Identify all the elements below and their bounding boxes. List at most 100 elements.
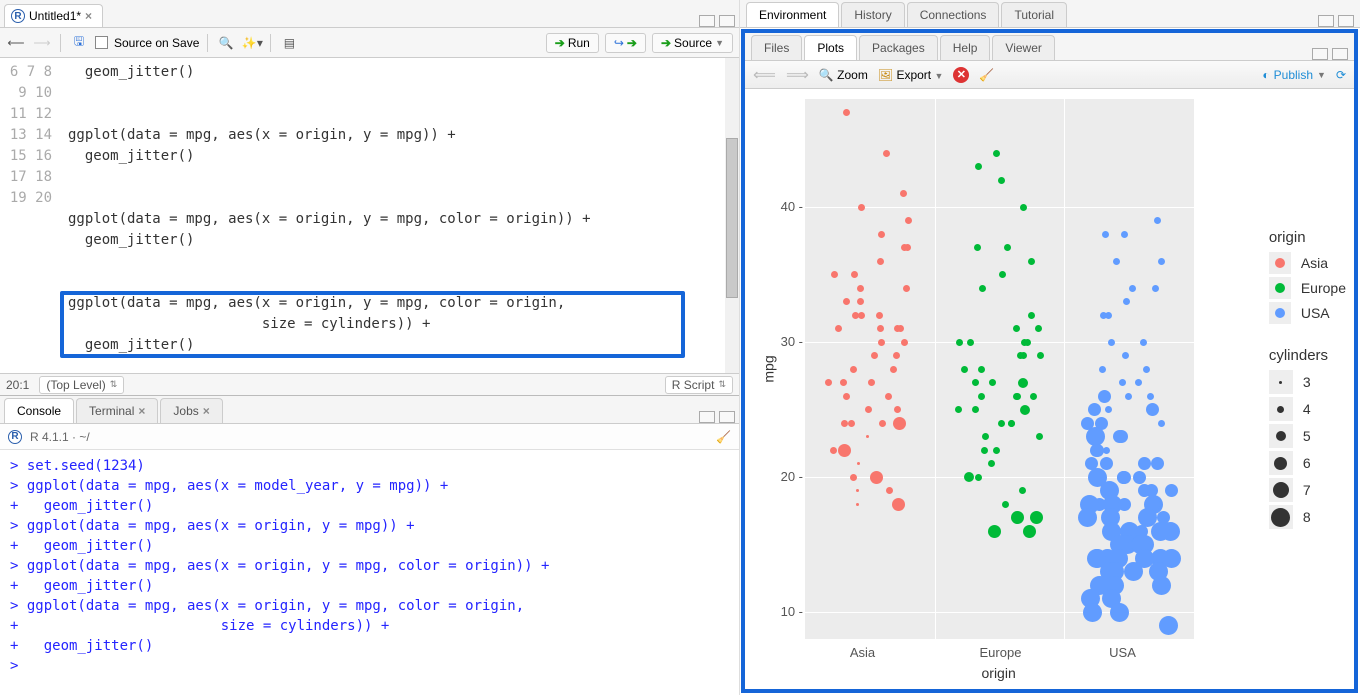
- tab-history[interactable]: History: [841, 2, 904, 27]
- wand-icon[interactable]: ✨▾: [242, 33, 262, 53]
- data-point: [1165, 484, 1178, 497]
- data-point: [1035, 325, 1042, 332]
- x-axis-label: origin: [982, 665, 1016, 681]
- legend-item: 4: [1269, 397, 1346, 421]
- data-point: [857, 285, 864, 292]
- data-point: [831, 271, 838, 278]
- tab-jobs[interactable]: Jobs×: [160, 398, 222, 423]
- tab-help[interactable]: Help: [940, 35, 991, 60]
- data-point: [1113, 258, 1120, 265]
- close-icon[interactable]: ×: [138, 404, 145, 418]
- file-tab[interactable]: R Untitled1* ×: [4, 4, 103, 27]
- find-icon[interactable]: 🔍: [216, 33, 236, 53]
- data-point: [972, 379, 979, 386]
- console-version: R 4.1.1 · ~/: [30, 430, 90, 444]
- maximize-pane-icon[interactable]: [1332, 48, 1348, 60]
- export-icon: 🖼: [878, 68, 893, 82]
- data-point: [1105, 312, 1112, 319]
- data-point: [1118, 471, 1131, 484]
- language-selector[interactable]: R Script ⇅: [665, 376, 733, 394]
- data-point: [1129, 285, 1136, 292]
- zoom-button[interactable]: 🔍 Zoom: [819, 68, 868, 82]
- clear-console-icon[interactable]: 🧹: [716, 430, 731, 444]
- source-button[interactable]: ➔ Source ▼: [652, 33, 733, 53]
- data-point: [964, 472, 974, 482]
- data-point: [1105, 406, 1112, 413]
- minimize-pane-icon[interactable]: [699, 15, 715, 27]
- plot-next-icon[interactable]: ⟹: [786, 65, 809, 85]
- data-point: [843, 393, 850, 400]
- legend-item: 8: [1269, 505, 1346, 529]
- data-point: [988, 460, 995, 467]
- plot-prev-icon[interactable]: ⟸: [753, 65, 776, 85]
- remove-plot-icon[interactable]: ✕: [953, 67, 969, 83]
- legend-item: 6: [1269, 451, 1346, 475]
- data-point: [894, 406, 901, 413]
- scope-selector[interactable]: (Top Level) ⇅: [39, 376, 124, 394]
- data-point: [1123, 298, 1130, 305]
- tab-environment[interactable]: Environment: [746, 2, 839, 27]
- refresh-icon[interactable]: ⟳: [1336, 68, 1346, 82]
- data-point: [1030, 393, 1037, 400]
- minimize-pane-icon[interactable]: [1312, 48, 1328, 60]
- tab-plots[interactable]: Plots: [804, 35, 857, 60]
- data-point: [1023, 525, 1036, 538]
- export-button[interactable]: 🖼 Export ▼: [878, 68, 944, 82]
- data-point: [838, 444, 851, 457]
- data-point: [955, 406, 962, 413]
- save-icon[interactable]: 🖫: [69, 33, 89, 53]
- close-icon[interactable]: ×: [85, 9, 92, 23]
- tab-console[interactable]: Console: [4, 398, 74, 423]
- data-point: [1110, 603, 1129, 622]
- minimize-pane-icon[interactable]: [1318, 15, 1334, 27]
- run-button[interactable]: ➔ Run: [546, 33, 599, 53]
- data-point: [1030, 511, 1043, 524]
- console-output[interactable]: > set.seed(1234) > ggplot(data = mpg, ae…: [0, 450, 739, 695]
- tab-connections[interactable]: Connections: [907, 2, 1000, 27]
- legend-title-color: origin: [1269, 229, 1346, 246]
- publish-button[interactable]: ◐Publish ▼: [1262, 68, 1326, 82]
- data-point: [1121, 231, 1128, 238]
- data-point: [979, 285, 986, 292]
- data-point: [901, 339, 908, 346]
- maximize-pane-icon[interactable]: [1338, 15, 1354, 27]
- clear-plots-icon[interactable]: 🧹: [979, 68, 994, 82]
- data-point: [1013, 325, 1020, 332]
- tab-terminal[interactable]: Terminal×: [76, 398, 158, 423]
- data-point: [1020, 204, 1027, 211]
- tab-packages[interactable]: Packages: [859, 35, 938, 60]
- tab-viewer[interactable]: Viewer: [992, 35, 1054, 60]
- source-on-save-checkbox[interactable]: [95, 36, 108, 49]
- maximize-pane-icon[interactable]: [719, 15, 735, 27]
- chevron-down-icon: ▼: [715, 38, 724, 48]
- code-editor[interactable]: 6 7 8 9 10 11 12 13 14 15 16 17 18 19 20…: [0, 58, 739, 373]
- run-arrow-icon: ➔: [555, 36, 565, 50]
- minimize-pane-icon[interactable]: [699, 411, 715, 423]
- r-logo-icon: R: [8, 430, 22, 444]
- data-point: [1090, 444, 1103, 457]
- data-point: [905, 217, 912, 224]
- legend-item: Europe: [1269, 277, 1346, 299]
- tab-files[interactable]: Files: [751, 35, 802, 60]
- data-point: [857, 462, 860, 465]
- forward-icon[interactable]: ⟶: [32, 33, 52, 53]
- data-point: [893, 352, 900, 359]
- rerun-button[interactable]: ↪ ➔: [605, 33, 646, 53]
- close-icon[interactable]: ×: [203, 404, 210, 418]
- back-icon[interactable]: ⟵: [6, 33, 26, 53]
- tab-tutorial[interactable]: Tutorial: [1001, 2, 1067, 27]
- maximize-pane-icon[interactable]: [719, 411, 735, 423]
- editor-scrollbar[interactable]: [725, 58, 739, 373]
- data-point: [1083, 603, 1102, 622]
- updown-icon: ⇅: [110, 379, 118, 390]
- data-point: [1152, 576, 1171, 595]
- data-point: [1024, 339, 1031, 346]
- data-point: [1004, 244, 1011, 251]
- data-point: [1138, 457, 1151, 470]
- publish-icon: ◐: [1262, 68, 1269, 82]
- data-point: [1143, 366, 1150, 373]
- x-tick-label: Asia: [850, 645, 875, 660]
- data-point: [858, 312, 865, 319]
- data-point: [866, 435, 869, 438]
- outline-icon[interactable]: ▤: [279, 33, 299, 53]
